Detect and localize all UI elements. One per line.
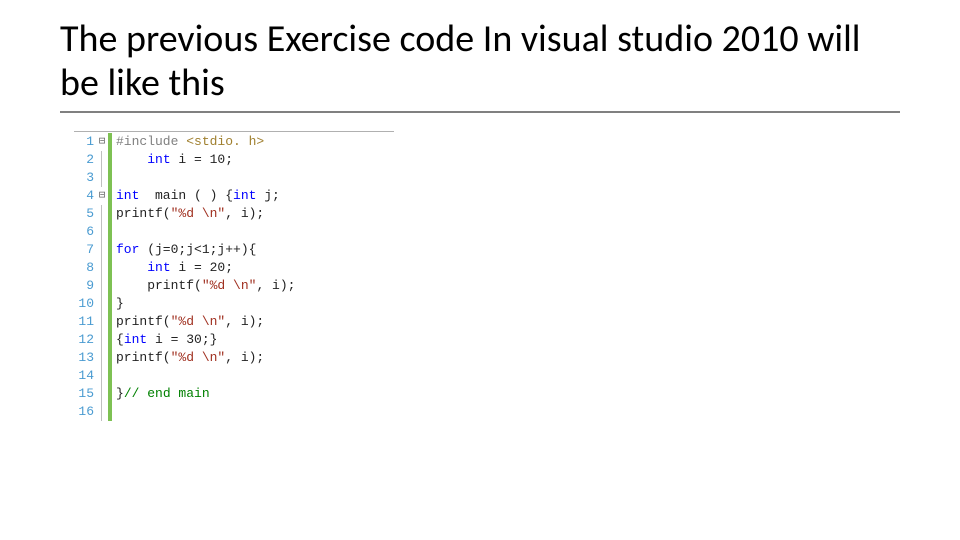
line-number: 8 bbox=[74, 259, 96, 277]
outline-guide bbox=[96, 295, 108, 313]
code-text: } bbox=[112, 295, 124, 313]
code-line: 13 printf("%d \n", i); bbox=[74, 349, 394, 367]
code-text: for (j=0;j<1;j++){ bbox=[112, 241, 256, 259]
outline-guide bbox=[96, 403, 108, 421]
code-text: printf("%d \n", i); bbox=[112, 205, 264, 223]
code-text bbox=[112, 403, 116, 421]
code-text bbox=[112, 367, 116, 385]
outline-guide bbox=[96, 349, 108, 367]
editor-top-border bbox=[74, 131, 394, 132]
code-line: 3 bbox=[74, 169, 394, 187]
code-editor: 1⊟#include <stdio. h>2 int i = 10;34⊟int… bbox=[74, 131, 394, 421]
code-line: 4⊟int main ( ) {int j; bbox=[74, 187, 394, 205]
outline-guide bbox=[96, 151, 108, 169]
outline-guide bbox=[96, 331, 108, 349]
line-number: 14 bbox=[74, 367, 96, 385]
code-text: int main ( ) {int j; bbox=[112, 187, 280, 205]
code-body: 1⊟#include <stdio. h>2 int i = 10;34⊟int… bbox=[74, 133, 394, 421]
code-text: printf("%d \n", i); bbox=[112, 349, 264, 367]
line-number: 1 bbox=[74, 133, 96, 151]
code-text: printf("%d \n", i); bbox=[112, 277, 295, 295]
line-number: 11 bbox=[74, 313, 96, 331]
line-number: 12 bbox=[74, 331, 96, 349]
code-text: int i = 20; bbox=[112, 259, 233, 277]
page-title: The previous Exercise code In visual stu… bbox=[60, 18, 900, 113]
code-text bbox=[112, 169, 116, 187]
outline-guide bbox=[96, 223, 108, 241]
outline-guide bbox=[96, 205, 108, 223]
code-line: 1⊟#include <stdio. h> bbox=[74, 133, 394, 151]
code-line: 11 printf("%d \n", i); bbox=[74, 313, 394, 331]
line-number: 10 bbox=[74, 295, 96, 313]
outline-guide bbox=[96, 367, 108, 385]
line-number: 6 bbox=[74, 223, 96, 241]
line-number: 2 bbox=[74, 151, 96, 169]
code-line: 15 }// end main bbox=[74, 385, 394, 403]
code-line: 14 bbox=[74, 367, 394, 385]
code-line: 12 {int i = 30;} bbox=[74, 331, 394, 349]
fold-toggle-icon[interactable]: ⊟ bbox=[96, 187, 108, 205]
code-text: {int i = 30;} bbox=[112, 331, 217, 349]
outline-guide bbox=[96, 169, 108, 187]
line-number: 9 bbox=[74, 277, 96, 295]
code-text: printf("%d \n", i); bbox=[112, 313, 264, 331]
outline-guide bbox=[96, 313, 108, 331]
outline-guide bbox=[96, 241, 108, 259]
outline-guide bbox=[96, 259, 108, 277]
code-text: #include <stdio. h> bbox=[112, 133, 264, 151]
line-number: 4 bbox=[74, 187, 96, 205]
code-line: 8 int i = 20; bbox=[74, 259, 394, 277]
code-text: }// end main bbox=[112, 385, 210, 403]
line-number: 13 bbox=[74, 349, 96, 367]
outline-guide bbox=[96, 385, 108, 403]
code-text bbox=[112, 223, 116, 241]
line-number: 5 bbox=[74, 205, 96, 223]
code-line: 16 bbox=[74, 403, 394, 421]
code-line: 2 int i = 10; bbox=[74, 151, 394, 169]
code-line: 10} bbox=[74, 295, 394, 313]
code-line: 9 printf("%d \n", i); bbox=[74, 277, 394, 295]
line-number: 3 bbox=[74, 169, 96, 187]
code-line: 5 printf("%d \n", i); bbox=[74, 205, 394, 223]
code-text: int i = 10; bbox=[112, 151, 233, 169]
fold-toggle-icon[interactable]: ⊟ bbox=[96, 133, 108, 151]
code-line: 7 for (j=0;j<1;j++){ bbox=[74, 241, 394, 259]
code-line: 6 bbox=[74, 223, 394, 241]
slide: The previous Exercise code In visual stu… bbox=[0, 0, 960, 540]
outline-guide bbox=[96, 277, 108, 295]
line-number: 7 bbox=[74, 241, 96, 259]
line-number: 15 bbox=[74, 385, 96, 403]
line-number: 16 bbox=[74, 403, 96, 421]
